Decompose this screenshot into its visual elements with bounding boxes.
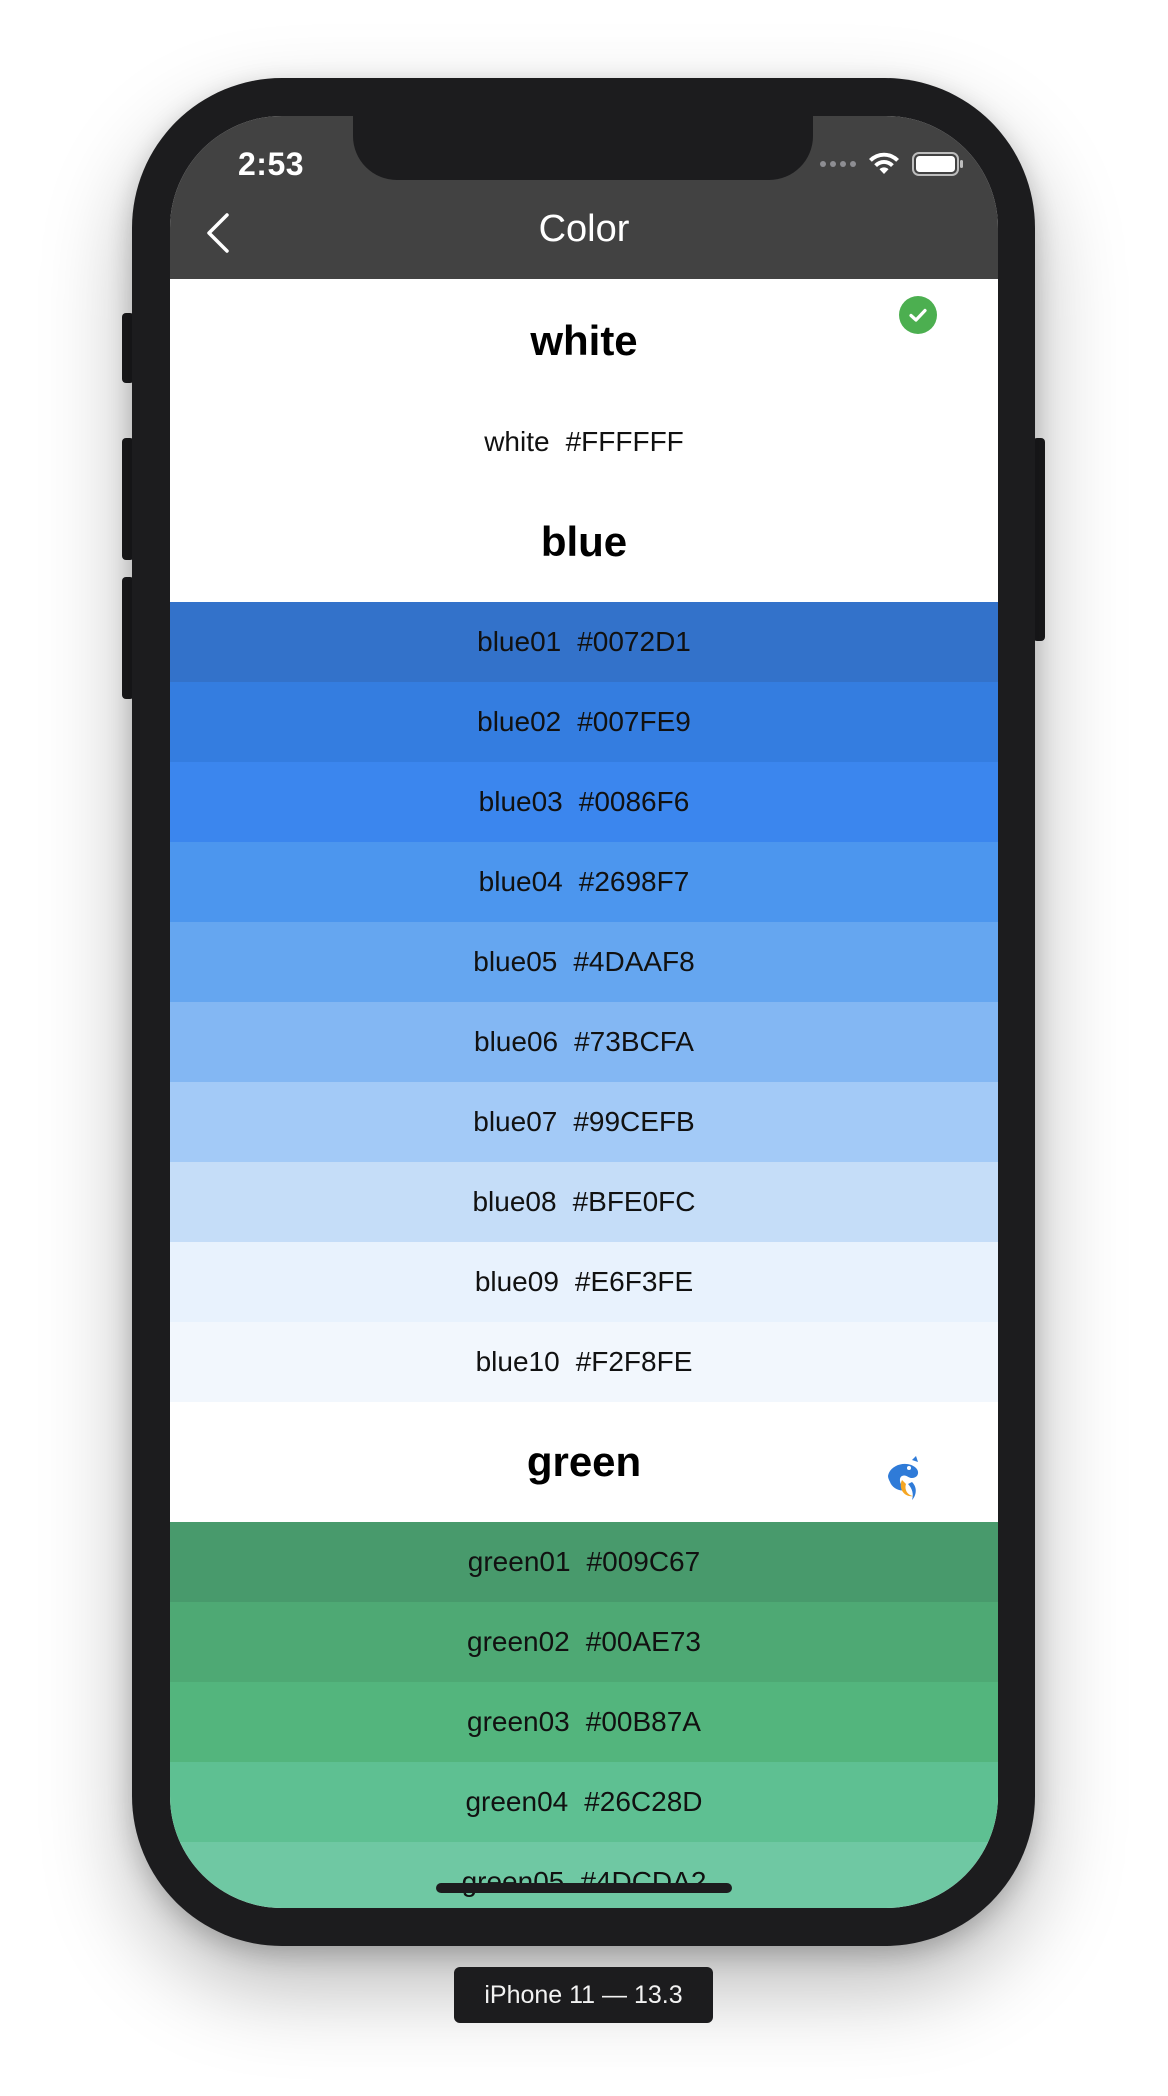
color-row[interactable]: blue06 #73BCFA (170, 1002, 998, 1082)
device-screen: 2:53 Color white white #FFFFFF blue blue… (170, 116, 998, 1908)
color-row[interactable]: blue03 #0086F6 (170, 762, 998, 842)
dolphin-icon[interactable] (878, 1454, 928, 1504)
color-row[interactable]: green04 #26C28D (170, 1762, 998, 1842)
cellular-signal-icon (820, 161, 856, 167)
color-row[interactable]: green03 #00B87A (170, 1682, 998, 1762)
status-icons (820, 152, 964, 176)
color-row[interactable]: blue08 #BFE0FC (170, 1162, 998, 1242)
color-row[interactable]: green01 #009C67 (170, 1522, 998, 1602)
color-hex: #F2F8FE (575, 1346, 693, 1377)
color-hex: #0086F6 (578, 786, 690, 817)
color-hex: #007FE9 (577, 706, 691, 737)
color-name: blue08 (472, 1186, 557, 1217)
color-hex: #00B87A (585, 1706, 701, 1737)
color-name: blue09 (474, 1266, 559, 1297)
color-name: green01 (467, 1546, 571, 1577)
color-name: green03 (467, 1706, 570, 1737)
color-name: blue04 (478, 866, 563, 897)
color-hex: #4DAAF8 (573, 946, 695, 977)
section-header-white: white (170, 279, 998, 402)
color-name: blue02 (477, 706, 562, 737)
wifi-icon (869, 152, 899, 174)
color-row[interactable]: blue09 #E6F3FE (170, 1242, 998, 1322)
battery-icon (912, 152, 963, 176)
color-name: blue07 (473, 1106, 558, 1137)
color-hex: #4DCDA2 (580, 1866, 707, 1897)
color-name: green04 (465, 1786, 569, 1817)
color-name: blue01 (477, 626, 562, 657)
color-name: green02 (467, 1626, 570, 1657)
color-row[interactable]: green05 #4DCDA2 (170, 1842, 998, 1908)
color-hex: #FFFFFF (565, 426, 684, 457)
color-name: blue06 (474, 1026, 559, 1057)
color-name: blue10 (475, 1346, 560, 1377)
selected-check-icon (899, 296, 937, 334)
status-time: 2:53 (238, 146, 305, 182)
color-row[interactable]: blue01 #0072D1 (170, 602, 998, 682)
color-list[interactable]: white white #FFFFFF blue blue01 #0072D1 … (170, 279, 998, 1908)
color-row[interactable]: blue02 #007FE9 (170, 682, 998, 762)
color-row[interactable]: green02 #00AE73 (170, 1602, 998, 1682)
page-title: Color (538, 208, 630, 250)
section-header-green: green (170, 1402, 998, 1522)
color-name: white (484, 426, 550, 457)
simulator-stage: 2:53 Color white white #FFFFFF blue blue… (0, 0, 1168, 2096)
notch (353, 116, 813, 180)
color-row[interactable]: white #FFFFFF (170, 402, 998, 482)
color-hex: #0072D1 (577, 626, 691, 657)
color-hex: #2698F7 (578, 866, 690, 897)
device-label: iPhone 11 — 13.3 (454, 1967, 713, 2023)
home-indicator[interactable] (436, 1883, 732, 1893)
color-hex: #00AE73 (585, 1626, 701, 1657)
color-row[interactable]: blue05 #4DAAF8 (170, 922, 998, 1002)
color-name: blue05 (473, 946, 558, 977)
color-hex: #26C28D (584, 1786, 703, 1817)
color-row[interactable]: blue04 #2698F7 (170, 842, 998, 922)
color-hex: #99CEFB (573, 1106, 695, 1137)
color-hex: #73BCFA (574, 1026, 694, 1057)
color-row[interactable]: blue07 #99CEFB (170, 1082, 998, 1162)
color-name: green05 (461, 1866, 565, 1897)
color-hex: #009C67 (586, 1546, 701, 1577)
color-row[interactable]: blue10 #F2F8FE (170, 1322, 998, 1402)
color-hex: #E6F3FE (574, 1266, 694, 1297)
section-header-blue: blue (170, 482, 998, 602)
color-name: blue03 (478, 786, 563, 817)
color-hex: #BFE0FC (572, 1186, 696, 1217)
